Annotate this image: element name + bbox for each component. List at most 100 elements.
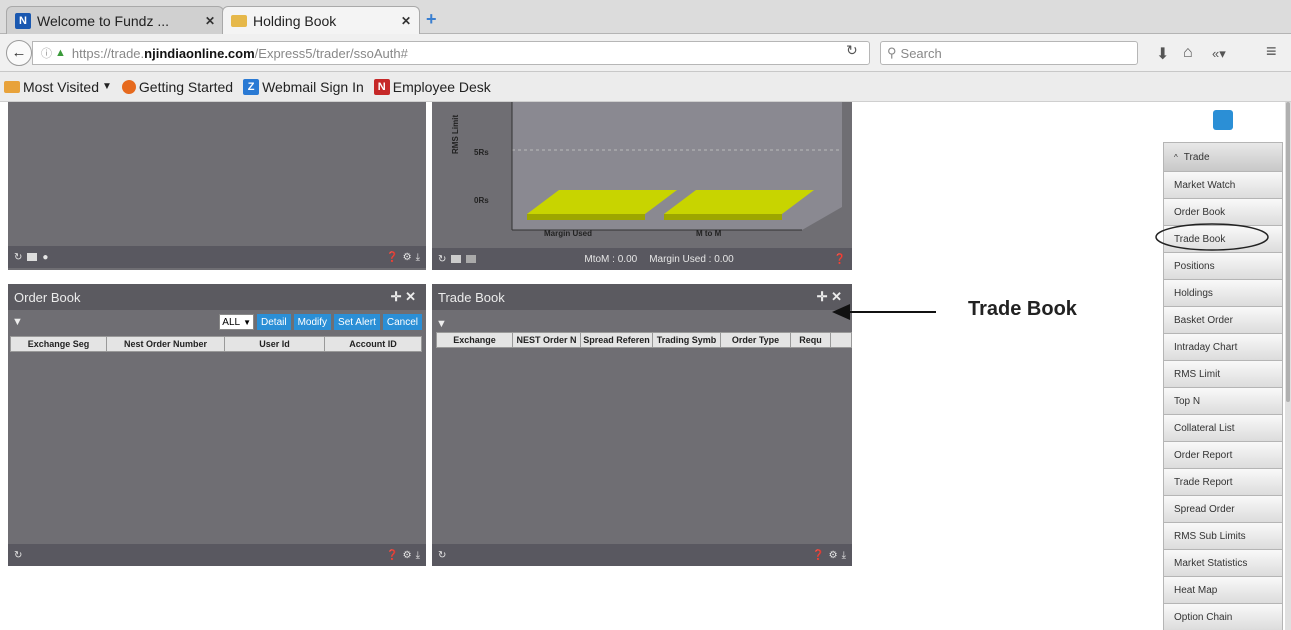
download-icon[interactable]: ⤓ bbox=[416, 550, 420, 561]
move-close-icons[interactable]: ✛ ✕ bbox=[391, 289, 416, 305]
segment-select[interactable]: ALL ▼ bbox=[219, 314, 255, 330]
rms-chart: RMS Limit 5Rs 0Rs Margin Used M to M bbox=[451, 102, 842, 238]
bookmark-most-visited[interactable]: Most Visited ▼ bbox=[4, 79, 112, 95]
mtom-value: MtoM : 0.00 bbox=[584, 253, 638, 265]
menu-item-top-n[interactable]: Top N bbox=[1163, 388, 1283, 415]
chevron-down-icon: ▼ bbox=[102, 81, 112, 92]
order-book-panel: Order Book ✛ ✕ ▼ ALL ▼ Detail Modify Set… bbox=[8, 284, 426, 566]
menu-item-trade-report[interactable]: Trade Report bbox=[1163, 469, 1283, 496]
pocket-icon[interactable]: «▾ bbox=[1212, 46, 1226, 62]
column-header[interactable]: User Id bbox=[225, 337, 325, 351]
menu-item-intraday-chart[interactable]: Intraday Chart bbox=[1163, 334, 1283, 361]
bookmark-label: Employee Desk bbox=[392, 78, 491, 95]
trade-book-panel: Trade Book ✛ ✕ ▼ Exchange NEST Order N S… bbox=[432, 284, 852, 566]
settings-icon[interactable]: ⚙ bbox=[403, 252, 412, 263]
column-header[interactable]: NEST Order N bbox=[513, 333, 581, 347]
settings-icon[interactable]: ⚙ bbox=[403, 550, 412, 561]
help-icon[interactable]: ❓ bbox=[386, 550, 398, 561]
book-icon bbox=[231, 14, 247, 27]
zimbra-icon: Z bbox=[243, 78, 260, 95]
back-button[interactable]: ← bbox=[6, 40, 32, 66]
menu-item-spread-order[interactable]: Spread Order bbox=[1163, 496, 1283, 523]
tab-label: Holding Book bbox=[253, 12, 337, 29]
bookmark-employee-desk[interactable]: N Employee Desk bbox=[373, 78, 491, 95]
x-tick-label: M to M bbox=[696, 229, 722, 238]
modify-button[interactable]: Modify bbox=[293, 314, 332, 330]
trade-book-columns: Exchange NEST Order N Spread Referen Tra… bbox=[436, 332, 852, 348]
njindia-icon: N bbox=[15, 12, 31, 29]
refresh-icon[interactable]: ↻ bbox=[14, 550, 22, 561]
search-input[interactable]: ⚲ Search bbox=[880, 41, 1138, 65]
table-icon[interactable] bbox=[451, 255, 462, 263]
menu-item-rms-limit[interactable]: RMS Limit bbox=[1163, 361, 1283, 388]
cancel-button[interactable]: Cancel bbox=[382, 314, 422, 330]
menu-item-collateral-list[interactable]: Collateral List bbox=[1163, 415, 1283, 442]
tab-label: Welcome to Fundz ... bbox=[37, 12, 170, 29]
trade-menu-header[interactable]: ^ Trade bbox=[1163, 142, 1283, 172]
help-icon[interactable]: ❓ bbox=[834, 254, 846, 265]
chart-icon[interactable] bbox=[466, 255, 477, 263]
refresh-icon[interactable]: ↻ bbox=[438, 550, 446, 561]
set-alert-button[interactable]: Set Alert bbox=[334, 314, 380, 330]
trade-menu: ^ Trade Market Watch Order Book Trade Bo… bbox=[1163, 142, 1283, 630]
menu-item-positions[interactable]: Positions bbox=[1163, 253, 1283, 280]
menu-item-basket-order[interactable]: Basket Order bbox=[1163, 307, 1283, 334]
bookmark-label: Most Visited bbox=[23, 78, 99, 95]
column-header[interactable]: Exchange Seg bbox=[11, 337, 107, 351]
bookmark-webmail[interactable]: Z Webmail Sign In bbox=[243, 78, 364, 95]
filter-icon[interactable]: ▼ bbox=[12, 316, 23, 328]
scrollbar-thumb[interactable] bbox=[1286, 102, 1290, 402]
lock-icon: ▲ bbox=[55, 47, 66, 59]
column-header[interactable]: Account ID bbox=[325, 337, 421, 351]
menu-item-market-watch[interactable]: Market Watch bbox=[1163, 172, 1283, 199]
column-header[interactable]: Trading Symb bbox=[653, 333, 721, 347]
folder-icon bbox=[4, 80, 20, 93]
panel-title: Order Book bbox=[14, 289, 81, 305]
menu-item-holdings[interactable]: Holdings bbox=[1163, 280, 1283, 307]
info-icon[interactable]: ⓘ bbox=[41, 45, 52, 61]
home-icon[interactable]: ⌂ bbox=[1183, 44, 1193, 62]
menu-item-order-report[interactable]: Order Report bbox=[1163, 442, 1283, 469]
refresh-icon[interactable]: ↻ bbox=[14, 252, 22, 263]
bookmark-getting-started[interactable]: Getting Started bbox=[121, 79, 233, 95]
download-icon[interactable]: ⤓ bbox=[416, 252, 420, 263]
tab-welcome[interactable]: N Welcome to Fundz ... ✕ bbox=[6, 6, 224, 34]
download-icon[interactable]: ⬇ bbox=[1156, 44, 1169, 64]
close-icon[interactable]: ✕ bbox=[205, 14, 215, 28]
menu-item-rms-sub-limits[interactable]: RMS Sub Limits bbox=[1163, 523, 1283, 550]
menu-item-heat-map[interactable]: Heat Map bbox=[1163, 577, 1283, 604]
reload-icon[interactable]: ↻ bbox=[846, 42, 858, 59]
help-icon[interactable]: ❓ bbox=[386, 252, 398, 263]
menu-icon[interactable]: ≡ bbox=[1266, 41, 1277, 62]
chevron-down-icon: ▼ bbox=[243, 317, 252, 327]
tab-holding-book[interactable]: Holding Book ✕ bbox=[222, 6, 420, 34]
help-icon[interactable]: ❓ bbox=[812, 550, 824, 561]
menu-item-market-statistics[interactable]: Market Statistics bbox=[1163, 550, 1283, 577]
scrollbar[interactable] bbox=[1285, 102, 1291, 630]
annotation-arrow bbox=[832, 304, 936, 320]
refresh-icon[interactable]: ↻ bbox=[438, 254, 446, 265]
column-header[interactable]: Exchange bbox=[437, 333, 513, 347]
column-header[interactable]: Spread Referen bbox=[581, 333, 653, 347]
close-icon[interactable]: ✕ bbox=[401, 14, 411, 28]
globe-icon[interactable]: ● bbox=[42, 252, 48, 263]
search-placeholder: Search bbox=[900, 45, 942, 61]
search-icon: ⚲ bbox=[887, 45, 897, 60]
new-tab-icon[interactable]: + bbox=[426, 9, 437, 30]
njindia-icon: N bbox=[373, 78, 390, 95]
column-header[interactable]: Requ bbox=[791, 333, 831, 347]
detail-button[interactable]: Detail bbox=[257, 314, 291, 330]
menu-item-option-chain[interactable]: Option Chain bbox=[1163, 604, 1283, 630]
toggle-icon[interactable] bbox=[1213, 110, 1233, 130]
panel-title: Trade Book bbox=[438, 289, 505, 305]
url-bar[interactable]: ⓘ ▲ https://trade. njindiaonline.com /Ex… bbox=[32, 41, 870, 65]
order-book-header: Order Book ✛ ✕ bbox=[8, 284, 426, 310]
column-header[interactable]: Order Type bbox=[721, 333, 791, 347]
filter-icon[interactable]: ▼ bbox=[436, 314, 447, 332]
settings-icon[interactable]: ⚙ bbox=[829, 550, 838, 561]
segment-value: ALL bbox=[222, 316, 241, 328]
download-icon[interactable]: ⤓ bbox=[842, 550, 846, 561]
column-header[interactable]: Nest Order Number bbox=[107, 337, 225, 351]
grid-icon[interactable] bbox=[27, 253, 38, 261]
y-tick-label: 0Rs bbox=[474, 196, 489, 205]
